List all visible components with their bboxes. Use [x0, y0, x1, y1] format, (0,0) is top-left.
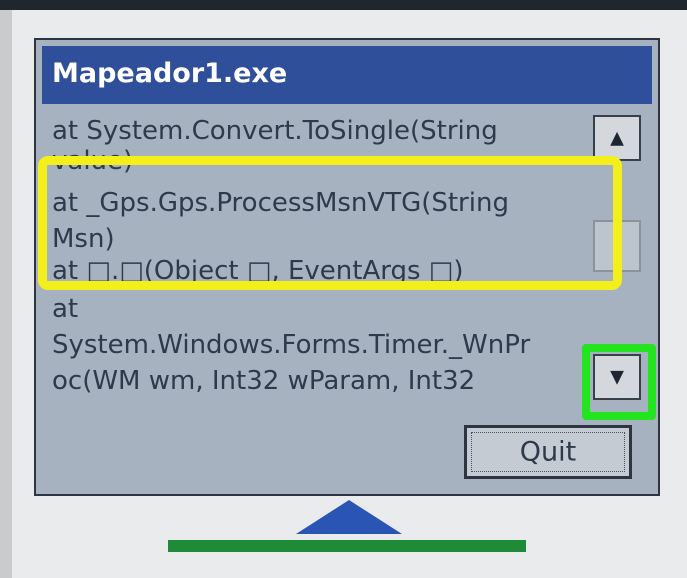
stack-trace-line: oc(WM wm, Int32 wParam, Int32 [52, 366, 476, 396]
scroll-up-button[interactable]: ▲ [593, 115, 641, 161]
highlight-green-box [582, 344, 656, 420]
stack-trace-line: System.Windows.Forms.Timer._WnPr [52, 330, 531, 360]
quit-button[interactable]: Quit [464, 425, 632, 479]
dialog-title: Mapeador1.exe [52, 58, 288, 89]
scroll-up-arrow-icon: ▲ [610, 127, 624, 149]
stack-trace-line: at [52, 294, 79, 324]
dialog-title-bar: Mapeador1.exe [42, 46, 652, 104]
screen-top-bezel [0, 0, 687, 10]
quit-button-label: Quit [519, 436, 577, 468]
screen-left-edge [0, 10, 12, 578]
stack-trace-line: at System.Convert.ToSingle(String [52, 116, 498, 146]
device-base-bar [168, 540, 526, 552]
device-stand-icon [296, 500, 402, 534]
highlight-yellow-box [38, 156, 622, 290]
